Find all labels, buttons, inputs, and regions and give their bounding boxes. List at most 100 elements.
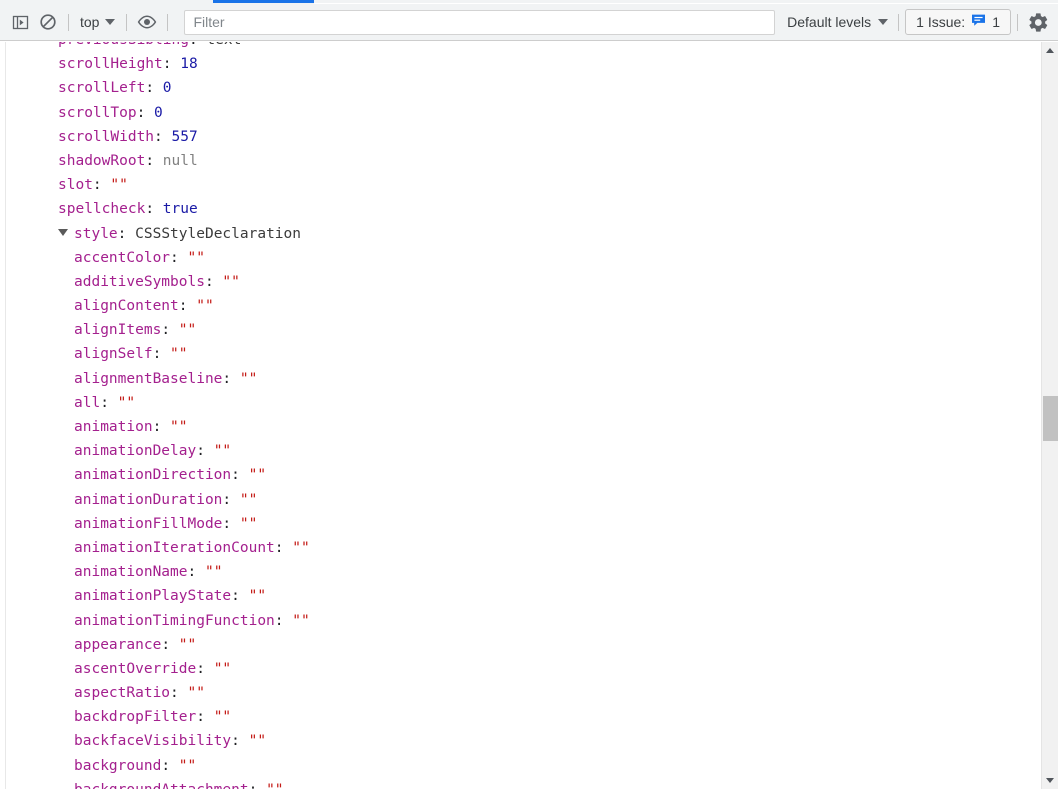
property-row[interactable]: animationPlayState: "" [0, 584, 1030, 608]
property-key: style [74, 225, 118, 242]
property-row[interactable]: accentColor: "" [0, 246, 1030, 270]
property-row[interactable]: scrollLeft: 0 [0, 76, 1030, 100]
property-value: "" [117, 394, 136, 411]
property-key: animationIterationCount [74, 539, 275, 556]
scroll-down-arrow-icon[interactable] [1042, 772, 1058, 789]
property-row[interactable]: appearance: "" [0, 633, 1030, 657]
property-separator: : [100, 394, 118, 411]
property-row[interactable]: previousSibling: text [0, 42, 1030, 52]
property-row[interactable]: animationTimingFunction: "" [0, 609, 1030, 633]
issues-count: 1 [992, 14, 1000, 30]
property-separator: : [152, 346, 171, 363]
property-row[interactable]: animation: "" [0, 415, 1030, 439]
console-vertical-scrollbar[interactable] [1041, 42, 1058, 789]
property-key: animationDelay [74, 443, 197, 460]
live-expression-button[interactable] [133, 8, 161, 36]
property-value: "" [222, 273, 240, 290]
toolbar-divider [898, 13, 900, 31]
property-row[interactable]: animationDuration: "" [0, 488, 1030, 512]
property-value: "" [248, 733, 267, 750]
property-row[interactable]: animationName: "" [0, 560, 1030, 584]
toolbar-divider [68, 13, 69, 31]
property-value: true [162, 201, 198, 218]
property-separator: : [196, 709, 214, 726]
property-value: "" [213, 709, 232, 726]
property-separator: : [161, 636, 179, 653]
property-separator: : [222, 491, 240, 508]
property-key: alignmentBaseline [74, 370, 223, 387]
property-value: "" [178, 322, 197, 339]
property-separator: : [189, 42, 206, 48]
property-row[interactable]: backgroundAttachment: "" [0, 778, 1030, 789]
property-row[interactable]: alignItems: "" [0, 318, 1030, 342]
property-row[interactable]: ascentOverride: "" [0, 657, 1030, 681]
property-value: "" [110, 177, 128, 194]
property-separator: : [145, 152, 163, 169]
gear-icon [1028, 12, 1049, 33]
execution-context-label: top [80, 14, 100, 30]
property-separator: : [178, 298, 197, 315]
property-row[interactable]: animationIterationCount: "" [0, 536, 1030, 560]
property-value: "" [239, 491, 258, 508]
property-value: "" [292, 539, 310, 556]
property-row[interactable]: style: CSSStyleDeclaration [0, 222, 1030, 246]
property-separator: : [187, 564, 205, 581]
property-row[interactable]: backdropFilter: "" [0, 705, 1030, 729]
property-value: 0 [162, 80, 172, 97]
console-sidebar-toggle-icon [12, 14, 29, 31]
property-separator: : [222, 370, 240, 387]
console-sidebar-toggle-button[interactable] [6, 8, 34, 36]
property-separator: : [274, 612, 293, 629]
property-value: 18 [180, 56, 198, 73]
execution-context-selector[interactable]: top [75, 9, 120, 35]
property-value: "" [248, 588, 267, 605]
property-row[interactable]: scrollHeight: 18 [0, 52, 1030, 76]
property-key: background [74, 757, 162, 774]
property-key: slot [58, 177, 93, 194]
object-property-list: previousSibling: textscrollHeight: 18scr… [0, 42, 1030, 789]
property-key: accentColor [74, 249, 171, 266]
log-level-selector[interactable]: Default levels [783, 9, 892, 35]
property-value: "" [248, 467, 267, 484]
property-separator: : [145, 80, 163, 97]
property-row[interactable]: shadowRoot: null [0, 149, 1030, 173]
property-row[interactable]: alignmentBaseline: "" [0, 367, 1030, 391]
property-key: backgroundAttachment [74, 782, 249, 789]
property-key: scrollTop [58, 104, 137, 121]
chevron-down-icon [105, 19, 116, 25]
property-value: "" [292, 612, 310, 629]
toolbar-divider [167, 13, 169, 31]
property-row[interactable]: all: "" [0, 391, 1030, 415]
disclosure-triangle-icon[interactable] [58, 228, 68, 236]
property-value: "" [170, 346, 188, 363]
scroll-up-arrow-icon[interactable] [1042, 42, 1058, 59]
property-key: aspectRatio [74, 685, 171, 702]
property-row[interactable]: spellcheck: true [0, 197, 1030, 221]
property-row[interactable]: scrollWidth: 557 [0, 125, 1030, 149]
property-key: backdropFilter [74, 709, 197, 726]
scrollbar-thumb[interactable] [1043, 396, 1058, 441]
property-row[interactable]: slot: "" [0, 173, 1030, 197]
issues-badge[interactable]: 1 Issue: 1 [905, 9, 1011, 35]
toolbar-divider [1017, 13, 1018, 31]
property-row[interactable]: background: "" [0, 754, 1030, 778]
property-row[interactable]: scrollTop: 0 [0, 101, 1030, 125]
property-row[interactable]: backfaceVisibility: "" [0, 729, 1030, 753]
property-value: "" [187, 685, 205, 702]
property-value: CSSStyleDeclaration [135, 225, 301, 242]
property-row[interactable]: alignSelf: "" [0, 342, 1030, 366]
property-row[interactable]: aspectRatio: "" [0, 681, 1030, 705]
clear-console-button[interactable] [34, 8, 62, 36]
settings-button[interactable] [1024, 8, 1052, 36]
filter-input[interactable] [184, 9, 776, 35]
property-separator: : [274, 539, 293, 556]
property-row[interactable]: animationDirection: "" [0, 463, 1030, 487]
property-row[interactable]: alignContent: "" [0, 294, 1030, 318]
console-message-area[interactable]: previousSibling: textscrollHeight: 18scr… [0, 42, 1058, 789]
property-key: scrollWidth [58, 128, 155, 145]
property-separator: : [154, 128, 172, 145]
property-row[interactable]: additiveSymbols: "" [0, 270, 1030, 294]
property-row[interactable]: animationDelay: "" [0, 439, 1030, 463]
property-row[interactable]: animationFillMode: "" [0, 512, 1030, 536]
property-separator: : [136, 104, 155, 121]
